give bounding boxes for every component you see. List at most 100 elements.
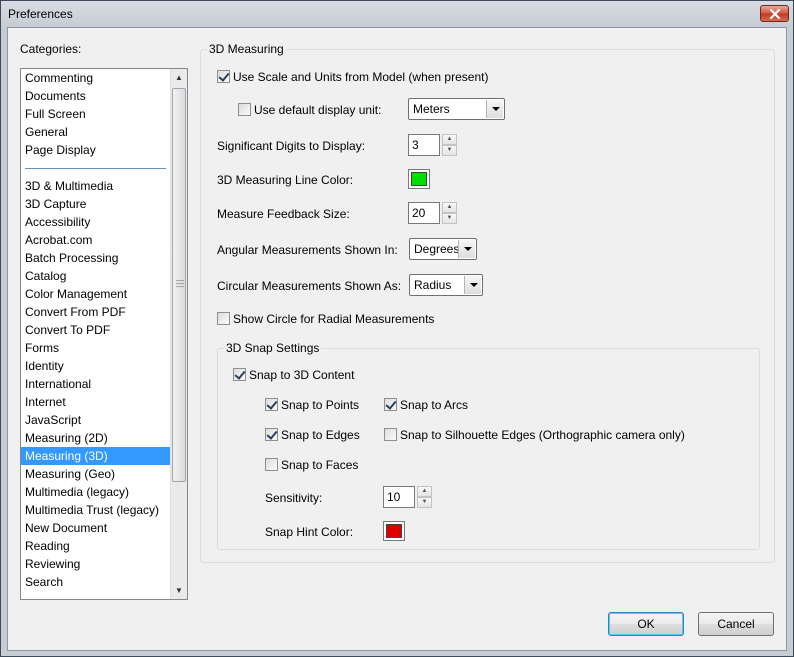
spin-up-icon[interactable]: ▲ (417, 486, 432, 497)
category-item[interactable]: Search (21, 573, 170, 591)
feedback-size-stepper[interactable]: ▲ ▼ (442, 202, 457, 224)
sig-digits-value: 3 (412, 138, 419, 152)
category-item[interactable]: Full Screen (21, 105, 170, 123)
dialog-client: Categories: Commenting Documents Full Scre… (7, 27, 787, 651)
circular-select[interactable]: Radius (409, 274, 483, 296)
close-button[interactable] (760, 5, 789, 22)
angular-value: Degrees (414, 242, 460, 256)
spin-down-icon[interactable]: ▼ (442, 145, 457, 156)
category-item[interactable]: Batch Processing (21, 249, 170, 267)
preferences-window: Preferences Categories: Commenting Docume… (0, 0, 794, 657)
scroll-up-icon[interactable]: ▲ (171, 69, 187, 86)
cancel-button[interactable]: Cancel (698, 612, 774, 636)
category-item[interactable]: Measuring (Geo) (21, 465, 170, 483)
category-item[interactable]: General (21, 123, 170, 141)
chevron-down-icon (486, 100, 503, 118)
feedback-size-field[interactable]: 20 (408, 202, 440, 224)
category-item[interactable]: JavaScript (21, 411, 170, 429)
line-color-swatch[interactable] (408, 169, 430, 189)
use-scale-label: Use Scale and Units from Model (when pre… (233, 70, 489, 84)
category-item[interactable]: New Document (21, 519, 170, 537)
show-circle-checkbox[interactable] (217, 312, 230, 325)
categories-items: Commenting Documents Full Screen General Pag… (21, 69, 170, 591)
category-item[interactable]: 3D & Multimedia (21, 177, 170, 195)
spin-down-icon[interactable]: ▼ (442, 213, 457, 224)
angular-select[interactable]: Degrees (409, 238, 477, 260)
snap-silhouette-checkbox[interactable] (384, 428, 397, 441)
snap-content-checkbox[interactable] (233, 368, 246, 381)
ok-button[interactable]: OK (608, 612, 684, 636)
category-item[interactable]: Multimedia (legacy) (21, 483, 170, 501)
category-item[interactable]: Catalog (21, 267, 170, 285)
window-title: Preferences (8, 7, 73, 21)
feedback-size-label: Measure Feedback Size: (217, 207, 350, 221)
chevron-down-icon (458, 240, 475, 258)
sig-digits-field[interactable]: 3 (408, 134, 440, 156)
snap-edges-label: Snap to Edges (281, 428, 360, 442)
snap-hint-color-swatch[interactable] (383, 521, 405, 541)
category-item[interactable]: Color Management (21, 285, 170, 303)
category-item[interactable]: Commenting (21, 69, 170, 87)
snap-silhouette-label: Snap to Silhouette Edges (Orthographic c… (400, 428, 685, 442)
category-item[interactable]: Documents (21, 87, 170, 105)
sensitivity-field[interactable]: 10 (383, 486, 415, 508)
default-unit-label: Use default display unit: (254, 103, 382, 117)
spin-down-icon[interactable]: ▼ (417, 497, 432, 508)
category-item[interactable]: Convert From PDF (21, 303, 170, 321)
category-item[interactable]: 3D Capture (21, 195, 170, 213)
category-item[interactable]: Internet (21, 393, 170, 411)
line-color-label: 3D Measuring Line Color: (217, 173, 354, 187)
scroll-down-icon[interactable]: ▼ (171, 582, 187, 599)
line-color-fill (411, 172, 427, 186)
category-item[interactable]: Reviewing (21, 555, 170, 573)
snap-hint-color-label: Snap Hint Color: (265, 525, 354, 539)
category-item[interactable]: International (21, 375, 170, 393)
chevron-down-icon (464, 276, 481, 294)
snap-hint-color-fill (386, 524, 402, 538)
feedback-size-value: 20 (412, 206, 426, 220)
snap-arcs-checkbox[interactable] (384, 398, 397, 411)
default-unit-value: Meters (413, 102, 450, 116)
default-unit-checkbox[interactable] (238, 103, 251, 116)
sig-digits-label: Significant Digits to Display: (217, 139, 366, 153)
snap-points-checkbox[interactable] (265, 398, 278, 411)
category-item[interactable]: Accessibility (21, 213, 170, 231)
category-item[interactable]: Measuring (2D) (21, 429, 170, 447)
sensitivity-stepper[interactable]: ▲ ▼ (417, 486, 432, 508)
grip-icon: — — — (176, 276, 184, 291)
snap-content-label: Snap to 3D Content (249, 368, 355, 382)
sensitivity-value: 10 (387, 490, 401, 504)
snap-arcs-label: Snap to Arcs (400, 398, 469, 412)
category-separator (21, 159, 170, 177)
title-bar[interactable]: Preferences (1, 1, 793, 27)
category-item[interactable]: Reading (21, 537, 170, 555)
scroll-thumb[interactable]: — — — (172, 88, 186, 482)
sensitivity-label: Sensitivity: (265, 491, 323, 505)
measuring-group-title: 3D Measuring (207, 42, 286, 56)
snap-faces-label: Snap to Faces (281, 458, 359, 472)
categories-label: Categories: (20, 42, 82, 56)
category-item[interactable]: Identity (21, 357, 170, 375)
angular-label: Angular Measurements Shown In: (217, 243, 398, 257)
spin-up-icon[interactable]: ▲ (442, 134, 457, 145)
close-icon (769, 9, 781, 19)
category-item[interactable]: Forms (21, 339, 170, 357)
categories-scrollbar[interactable]: ▲ — — — ▼ (170, 69, 187, 599)
snap-faces-checkbox[interactable] (265, 458, 278, 471)
snap-points-label: Snap to Points (281, 398, 360, 412)
snap-group-title: 3D Snap Settings (224, 341, 322, 355)
snap-edges-checkbox[interactable] (265, 428, 278, 441)
spin-up-icon[interactable]: ▲ (442, 202, 457, 213)
default-unit-select[interactable]: Meters (408, 98, 505, 120)
sig-digits-stepper[interactable]: ▲ ▼ (442, 134, 457, 156)
circular-value: Radius (414, 278, 452, 292)
category-item[interactable]: Measuring (3D) (21, 447, 170, 465)
use-scale-checkbox[interactable] (217, 70, 230, 83)
category-item[interactable]: Page Display (21, 141, 170, 159)
categories-list[interactable]: Commenting Documents Full Screen General Pag… (20, 68, 188, 600)
show-circle-label: Show Circle for Radial Measurements (233, 312, 435, 326)
category-item[interactable]: Multimedia Trust (legacy) (21, 501, 170, 519)
circular-label: Circular Measurements Shown As: (217, 279, 402, 293)
category-item[interactable]: Acrobat.com (21, 231, 170, 249)
category-item[interactable]: Convert To PDF (21, 321, 170, 339)
